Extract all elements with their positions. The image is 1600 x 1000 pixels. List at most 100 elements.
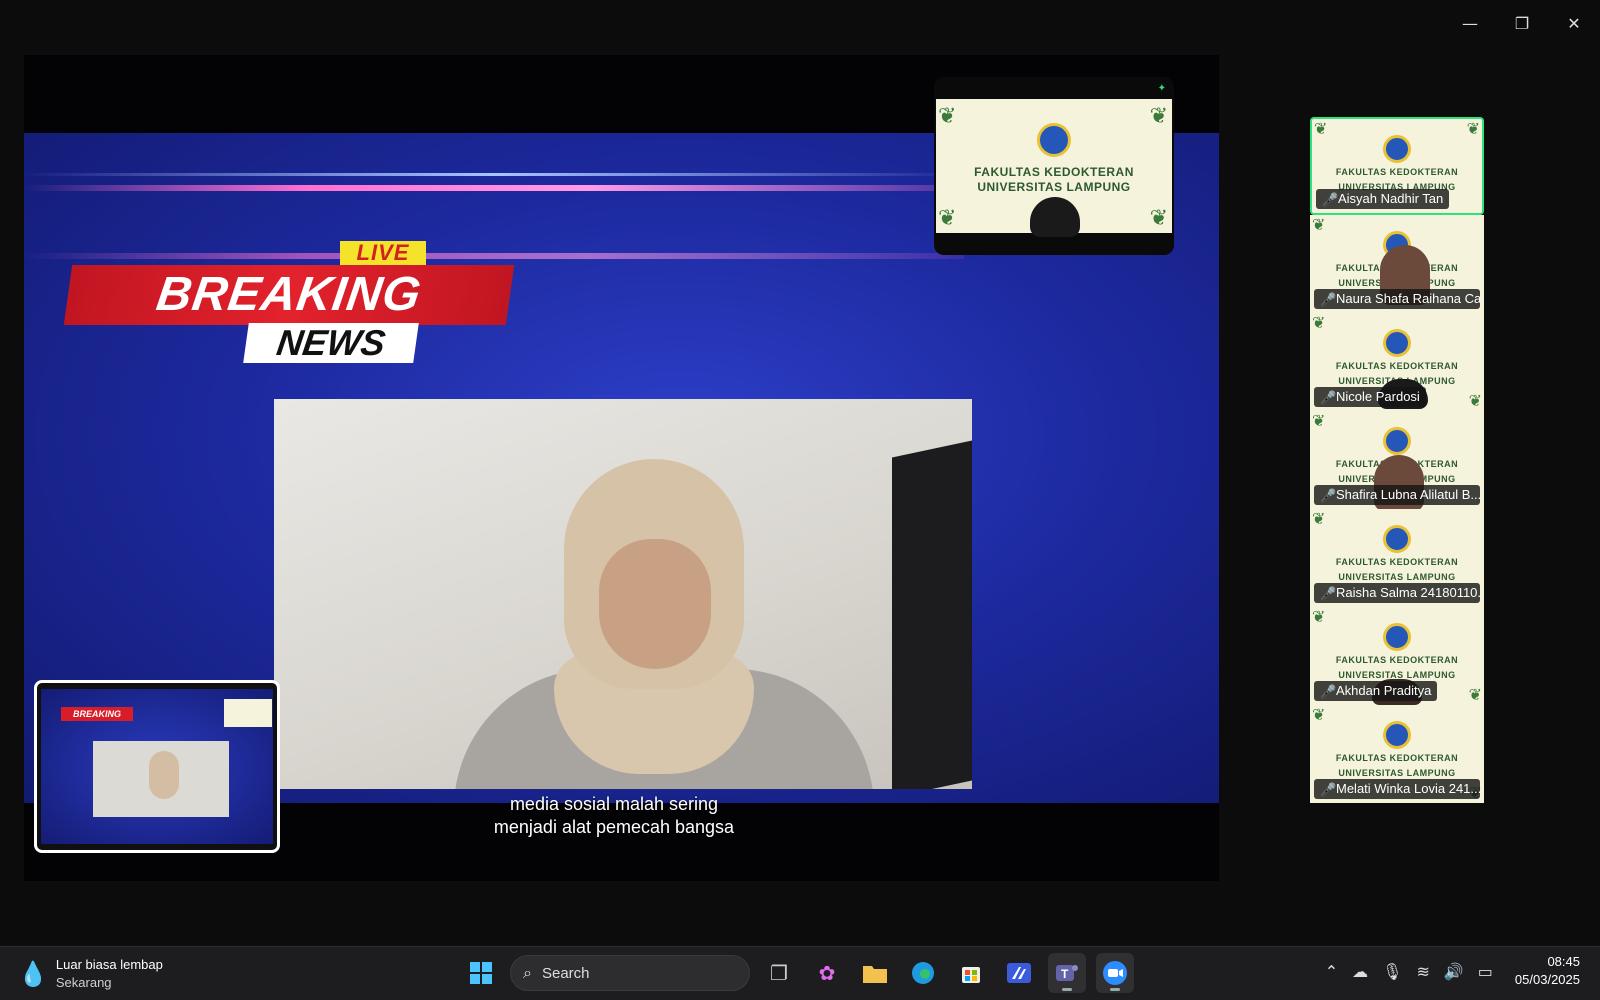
light-streak	[24, 185, 964, 191]
participant-name: 🎤 Naura Shafa Raihana Ca...	[1314, 289, 1480, 309]
start-button[interactable]	[462, 953, 500, 993]
close-button[interactable]: ✕	[1548, 6, 1600, 40]
light-streak	[24, 253, 964, 259]
teams-button[interactable]: T	[1048, 953, 1086, 993]
task-view-icon: ❐	[770, 961, 788, 985]
university-crest-icon	[1383, 135, 1411, 163]
system-tray: ⌃ ☁ 🎙 ≋ 🔊 ▭ 08:45 05/03/2025	[1325, 953, 1580, 989]
participant-name-text: Akhdan Praditya	[1336, 683, 1432, 698]
windows-taskbar: 💧 Luar biasa lembap Sekarang ⌕ Search ❐ …	[0, 946, 1600, 1000]
participant-tile[interactable]: ❦ ❦ FAKULTAS KEDOKTERAN UNIVERSITAS LAMP…	[1310, 117, 1484, 215]
copilot-button[interactable]: ✿	[808, 953, 846, 993]
university-crest-icon	[1383, 721, 1411, 749]
university-crest-icon	[1383, 427, 1411, 455]
clock[interactable]: 08:45 05/03/2025	[1515, 953, 1580, 989]
caption-line: media sosial malah sering	[509, 794, 719, 814]
participant-name: 🎤 Shafira Lubna Alilatul B...	[1314, 485, 1480, 505]
self-view-person	[149, 751, 179, 799]
live-label: LIVE	[340, 241, 426, 265]
taskbar-apps: ⌕ Search ❐ ✿ T	[462, 953, 1134, 993]
pinned-app-button[interactable]	[1000, 953, 1038, 993]
university-crest-icon	[1383, 329, 1411, 357]
presenter-head	[1030, 197, 1080, 237]
volume-icon[interactable]: 🔊	[1444, 962, 1464, 981]
pen-app-icon	[1007, 963, 1031, 983]
participant-tile[interactable]: ❦ FAKULTAS KEDOKTERAN UNIVERSITAS LAMPUN…	[1310, 411, 1484, 509]
participant-tile[interactable]: ❦ FAKULTAS KEDOKTERAN UNIVERSITAS LAMPUN…	[1310, 509, 1484, 607]
muted-mic-icon: 🎤	[1320, 685, 1337, 700]
self-view-logo	[224, 699, 272, 727]
copilot-icon: ✿	[818, 961, 836, 985]
file-explorer-button[interactable]	[856, 953, 894, 993]
weather-subtitle: Sekarang	[55, 975, 112, 990]
tile-logo-text: FAKULTAS KEDOKTERAN	[1335, 361, 1459, 371]
subtitle-caption: media sosial malah sering menjadi alat p…	[404, 793, 824, 839]
tile-logo-text: FAKULTAS KEDOKTERAN	[1335, 655, 1459, 665]
search-placeholder: Search	[541, 964, 590, 982]
tile-logo-text: FAKULTAS KEDOKTERAN	[1335, 557, 1459, 567]
task-view-button[interactable]: ❐	[760, 953, 798, 993]
leaf-icon: ❦	[1312, 511, 1326, 528]
muted-mic-icon: 🎤	[1320, 587, 1337, 602]
store-icon	[962, 967, 980, 983]
speaker-face	[599, 539, 711, 669]
teams-icon: T	[1056, 965, 1078, 981]
clock-time: 08:45	[1547, 954, 1580, 969]
breaking-label: BREAKING	[63, 265, 515, 325]
leaf-icon: ❦	[1312, 609, 1326, 626]
tile-logo-text: FAKULTAS KEDOKTERAN	[1335, 753, 1459, 763]
participant-tile[interactable]: ❦ FAKULTAS KEDOKTERAN UNIVERSITAS LAMPUN…	[1310, 215, 1484, 313]
svg-text:T: T	[1061, 967, 1069, 981]
participant-tile[interactable]: ❦ ❦ FAKULTAS KEDOKTERAN UNIVERSITAS LAMP…	[1310, 313, 1484, 411]
search-icon: ⌕	[523, 963, 532, 982]
participant-tile[interactable]: ❦ ❦ FAKULTAS KEDOKTERAN UNIVERSITAS LAMP…	[1310, 607, 1484, 705]
participant-name-text: Shafira Lubna Alilatul B...	[1336, 487, 1480, 502]
participant-name-text: Melati Winka Lovia 241...	[1336, 781, 1480, 796]
leaf-icon: ❦	[1314, 121, 1328, 138]
university-crest-icon	[1037, 123, 1071, 157]
tile-logo-text: FAKULTAS KEDOKTERAN	[1335, 167, 1459, 177]
leaf-icon: ❦	[1312, 217, 1326, 234]
light-streak	[24, 173, 964, 176]
zoom-meeting-window: — ❐ ✕ LIVE BREAKING NEWS media sosial ma…	[0, 0, 1600, 946]
leaf-icon: ❦	[1312, 707, 1326, 724]
leaf-icon: ❦	[1149, 103, 1168, 128]
self-view-thumbnail[interactable]: BREAKING	[34, 680, 280, 853]
participant-name: 🎤 Nicole Pardosi	[1314, 387, 1426, 407]
battery-icon[interactable]: ▭	[1478, 962, 1493, 981]
restore-button[interactable]: ❐	[1496, 6, 1548, 40]
weather-widget[interactable]: 💧 Luar biasa lembap Sekarang	[18, 957, 163, 990]
participant-tile[interactable]: ❦ ❦ FAKULTAS KEDOKTERAN UNIVERSITAS LAMP…	[1310, 705, 1484, 803]
news-label: NEWS	[243, 322, 419, 363]
participant-name: 🎤 Melati Winka Lovia 241...	[1314, 779, 1480, 799]
participant-name-text: Raisha Salma 24180110...	[1336, 585, 1480, 600]
leaf-icon: ❦	[1312, 315, 1326, 332]
onedrive-offline-icon[interactable]: ☁	[1352, 962, 1368, 981]
taskbar-search[interactable]: ⌕ Search	[510, 955, 750, 991]
edge-browser-button[interactable]	[904, 953, 942, 993]
presenter-video-card[interactable]: ❦ ❦ ❦ ❦ FAKULTAS KEDOKTERAN UNIVERSITAS …	[934, 77, 1174, 255]
participant-name-text: Nicole Pardosi	[1336, 389, 1420, 404]
minimize-button[interactable]: —	[1444, 6, 1496, 40]
wifi-icon[interactable]: ≋	[1416, 962, 1429, 981]
muted-mic-icon: 🎤	[1320, 489, 1337, 504]
caption-line: menjadi alat pemecah bangsa	[493, 817, 735, 837]
participant-gallery: ❦ ❦ FAKULTAS KEDOKTERAN UNIVERSITAS LAMP…	[1310, 117, 1484, 803]
muted-mic-icon: 🎤	[1320, 783, 1337, 798]
windows-logo-icon	[470, 962, 492, 984]
show-hidden-icons-chevron-icon[interactable]: ⌃	[1325, 962, 1338, 981]
folder-icon	[863, 966, 887, 983]
participant-name: 🎤 Akhdan Praditya	[1314, 681, 1438, 701]
muted-mic-icon: 🎤	[1320, 293, 1337, 308]
clock-date: 05/03/2025	[1514, 972, 1580, 987]
microsoft-store-button[interactable]	[952, 953, 990, 993]
self-view-screen: BREAKING	[41, 689, 273, 844]
muted-mic-icon: 🎤	[1320, 391, 1337, 406]
microphone-icon[interactable]: 🎙	[1382, 962, 1402, 981]
window-controls: — ❐ ✕	[1444, 6, 1600, 40]
leaf-icon: ❦	[938, 103, 957, 128]
leaf-icon: ❦	[1312, 413, 1326, 430]
background-door	[892, 440, 972, 789]
university-crest-icon	[1383, 525, 1411, 553]
zoom-button[interactable]	[1096, 953, 1134, 993]
